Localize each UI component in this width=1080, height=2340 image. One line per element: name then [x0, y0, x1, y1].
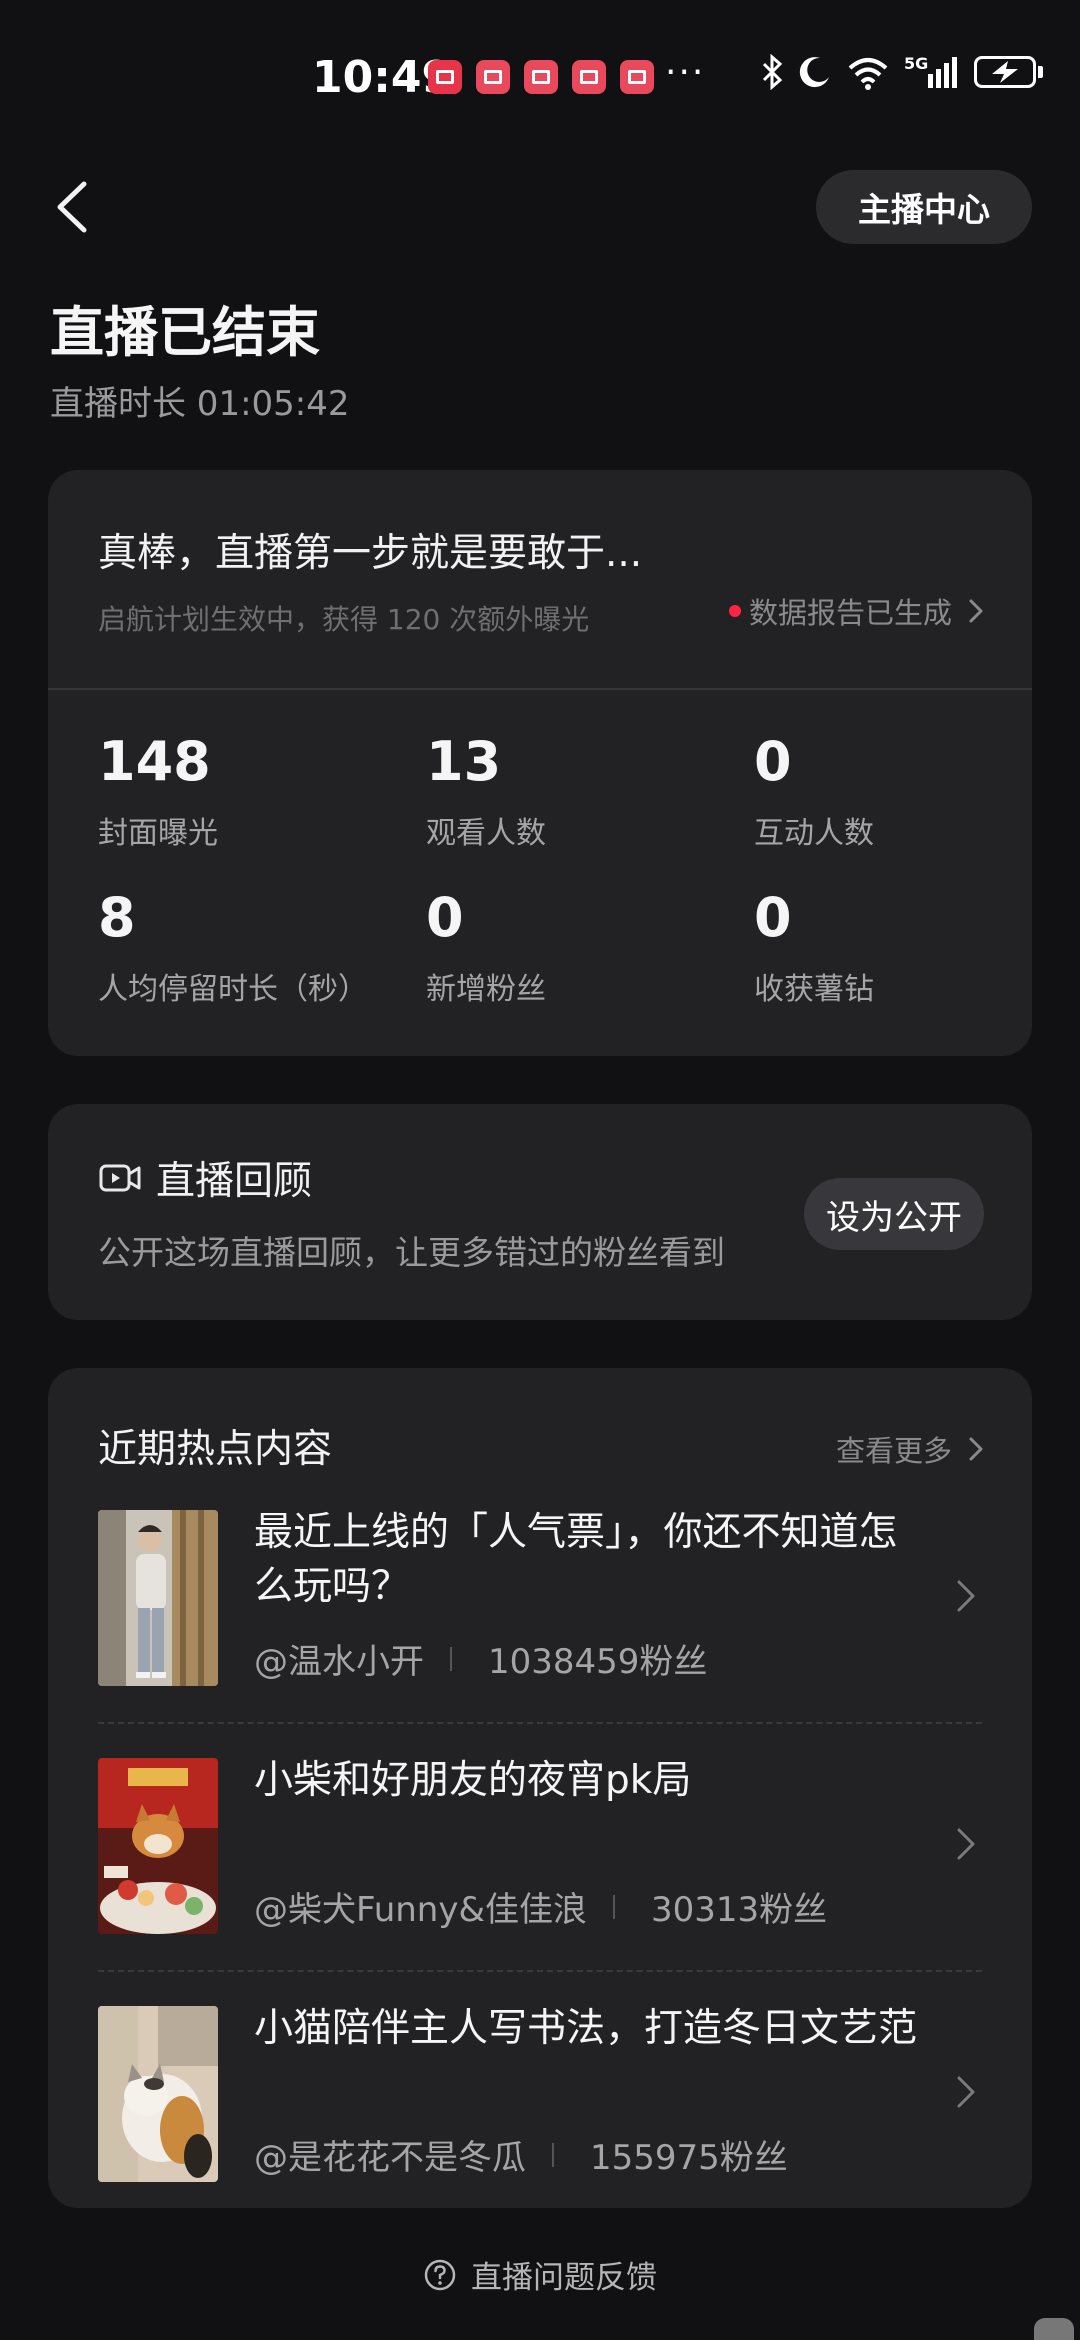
summary-subtext: 启航计划生效中，获得 120 次额外曝光	[98, 603, 590, 636]
huawei-store-icon	[428, 60, 462, 94]
fan-count: 1038459粉丝	[488, 1642, 708, 1682]
separator	[552, 2142, 554, 2167]
replay-description: 公开这场直播回顾，让更多错过的粉丝看到	[98, 1233, 725, 1272]
chevron-right-icon	[957, 1580, 975, 1612]
hot-item[interactable]: 最近上线的「人气票」，你还不知道怎么玩吗？ @温水小开 1038459粉丝	[98, 1510, 982, 1686]
hot-item[interactable]: 小柴和好朋友的夜宵pk局 @柴犬Funny&佳佳浪 30313粉丝	[98, 1758, 982, 1934]
item-divider	[98, 1970, 982, 1972]
stat-label: 封面曝光	[98, 816, 218, 851]
app-notification-icon	[524, 60, 558, 94]
page-title: 直播已结束	[50, 301, 320, 364]
fan-count: 30313粉丝	[650, 1890, 828, 1930]
thumbnail-cat	[98, 2006, 218, 2182]
chevron-right-icon	[957, 1828, 975, 1860]
chevron-right-icon	[957, 2076, 975, 2108]
stat-label: 观看人数	[426, 816, 546, 851]
separator	[450, 1646, 452, 1671]
system-icons: 5G	[760, 54, 1046, 90]
stat-avg-stay: 8 人均停留时长（秒）	[98, 888, 418, 1008]
anchor-center-button[interactable]: 主播中心	[816, 170, 1032, 244]
replay-title-row: 直播回顾	[98, 1150, 312, 1206]
battery-charging-icon	[974, 54, 1046, 90]
set-public-button[interactable]: 设为公开	[804, 1178, 984, 1250]
see-more-label: 查看更多	[835, 1434, 952, 1468]
help-circle-icon	[424, 2259, 456, 2290]
stat-cover-exposure: 148 封面曝光	[98, 732, 418, 852]
author-name: @温水小开	[254, 1642, 424, 1682]
thumbnail-shiba	[98, 1758, 218, 1934]
data-report-link[interactable]: 数据报告已生成	[728, 590, 984, 632]
see-more-link[interactable]: 查看更多	[836, 1428, 984, 1470]
status-bar: 10:49 ··· 5G	[0, 0, 1080, 160]
live-duration: 直播时长 01:05:42	[50, 384, 350, 424]
wifi-icon	[848, 58, 888, 90]
notification-icons	[428, 60, 654, 94]
hot-item-title: 最近上线的「人气票」，你还不知道怎么玩吗？	[254, 1510, 898, 1609]
live-replay-card: 直播回顾 公开这场直播回顾，让更多错过的粉丝看到 设为公开	[48, 1104, 1032, 1320]
app-notification-icon	[476, 60, 510, 94]
stat-new-fans: 0 新增粉丝	[426, 888, 746, 1008]
divider	[48, 688, 1032, 690]
signal-icon: 5G	[904, 54, 960, 90]
stat-value: 148	[98, 730, 211, 793]
thumbnail-person	[98, 1510, 218, 1686]
chevron-left-icon	[57, 181, 87, 233]
replay-title: 直播回顾	[156, 1159, 313, 1204]
feedback-label: 直播问题反馈	[471, 2260, 657, 2296]
stat-diamonds: 0 收获薯钻	[754, 888, 1014, 1008]
video-camera-icon	[99, 1164, 141, 1192]
network-type-label: 5G	[904, 54, 929, 73]
stat-label: 新增粉丝	[426, 972, 546, 1007]
home-indicator	[1034, 2318, 1074, 2340]
stat-value: 8	[98, 886, 136, 949]
live-summary-card: 真棒，直播第一步就是要敢于... 启航计划生效中，获得 120 次额外曝光 数据…	[48, 470, 1032, 1056]
stat-value: 0	[754, 730, 792, 793]
stat-viewers: 13 观看人数	[426, 732, 746, 852]
hot-item-meta: @柴犬Funny&佳佳浪 30313粉丝	[254, 1882, 827, 1931]
hot-item-title: 小猫陪伴主人写书法，打造冬日文艺范	[254, 2006, 918, 2051]
more-notifications-icon: ···	[665, 52, 706, 93]
hot-content-title: 近期热点内容	[98, 1427, 333, 1472]
separator	[612, 1894, 615, 1919]
stat-value: 0	[426, 886, 464, 949]
fan-count: 155975粉丝	[590, 2138, 788, 2178]
summary-headline: 真棒，直播第一步就是要敢于...	[98, 531, 643, 576]
back-button[interactable]	[48, 172, 98, 242]
live-feedback-link[interactable]: 直播问题反馈	[0, 2252, 1080, 2297]
stat-label: 互动人数	[754, 816, 874, 851]
stat-label: 收获薯钻	[754, 972, 874, 1007]
stat-value: 0	[754, 886, 792, 949]
stat-value: 13	[426, 730, 502, 793]
moon-icon	[799, 57, 829, 88]
bluetooth-icon	[762, 54, 783, 90]
author-name: @是花花不是冬瓜	[254, 2138, 526, 2178]
report-label: 数据报告已生成	[748, 596, 952, 630]
stat-interactions: 0 互动人数	[754, 732, 1014, 852]
author-name: @柴犬Funny&佳佳浪	[254, 1890, 587, 1930]
app-notification-icon	[572, 60, 606, 94]
hot-item[interactable]: 小猫陪伴主人写书法，打造冬日文艺范 @是花花不是冬瓜 155975粉丝	[98, 2006, 982, 2182]
hot-item-title: 小柴和好朋友的夜宵pk局	[254, 1758, 692, 1803]
app-notification-icon	[620, 60, 654, 94]
new-dot-icon	[728, 605, 741, 617]
hot-item-meta: @温水小开 1038459粉丝	[254, 1634, 707, 1683]
chevron-right-icon	[969, 599, 983, 623]
hot-item-meta: @是花花不是冬瓜 155975粉丝	[254, 2130, 788, 2179]
item-divider	[98, 1722, 982, 1724]
chevron-right-icon	[969, 1437, 983, 1461]
hot-content-card: 近期热点内容 查看更多 最近上线的「人气票」，你还不知道怎么玩吗？ @温水小开 …	[48, 1368, 1032, 2208]
stat-label: 人均停留时长（秒）	[98, 972, 368, 1007]
